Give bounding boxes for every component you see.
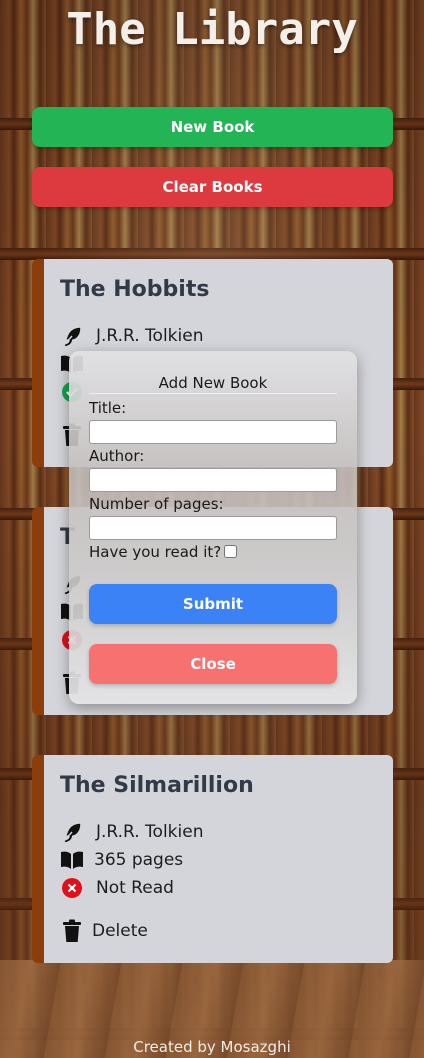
feather-icon [60, 324, 84, 348]
delete-book-button[interactable]: Delete [60, 919, 148, 943]
pages-input[interactable] [89, 516, 337, 540]
author-input[interactable] [89, 468, 337, 492]
close-button[interactable]: Close [89, 644, 337, 684]
open-book-icon [60, 848, 84, 872]
book-author: J.R.R. Tolkien [96, 326, 204, 346]
book-pages-row: 365 pages [60, 848, 183, 872]
book-author-row: J.R.R. Tolkien [60, 820, 203, 844]
x-circle-icon [60, 876, 84, 900]
read-label: Have you read it? [89, 543, 222, 561]
title-input[interactable] [89, 420, 337, 444]
book-title: The Hobbits [60, 277, 210, 302]
author-label: Author: [89, 447, 145, 465]
book-pages: 365 pages [94, 850, 184, 870]
add-book-modal: Add New Book Title: Author: Number of pa… [69, 351, 357, 704]
title-label: Title: [89, 399, 127, 417]
footer-credit: Created by Mosazghi [133, 1038, 291, 1056]
book-author-row: J.R.R. Tolkien [60, 324, 203, 348]
feather-icon [60, 820, 84, 844]
pages-label: Number of pages: [89, 495, 224, 513]
page-title: The Library [66, 4, 358, 55]
book-status-row[interactable]: Not Read [60, 876, 174, 900]
read-checkbox[interactable] [224, 545, 237, 558]
book-status: Not Read [96, 878, 174, 898]
new-book-button[interactable]: New Book [32, 107, 393, 147]
modal-title: Add New Book [89, 374, 337, 394]
book-title: The Silmarillion [60, 773, 254, 798]
submit-button[interactable]: Submit [89, 584, 337, 624]
book-author: J.R.R. Tolkien [96, 822, 204, 842]
book-card: The Silmarillion J.R.R. Tolkien 365 page… [32, 755, 393, 963]
clear-books-button[interactable]: Clear Books [32, 167, 393, 207]
trash-icon [60, 919, 84, 943]
delete-label: Delete [92, 921, 148, 941]
